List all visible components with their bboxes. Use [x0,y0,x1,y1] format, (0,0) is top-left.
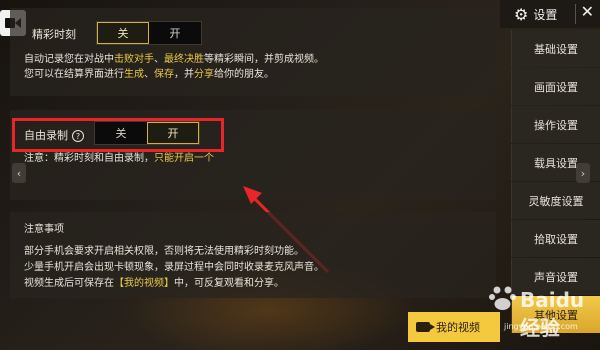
sidebar-item-graphics[interactable]: 画面设置 [511,68,600,105]
watermark-url: jingyan.baidu.com [504,322,578,331]
baidu-watermark: Baidu经验 [488,282,584,342]
sidebar-item-pickup[interactable]: 拾取设置 [511,220,600,257]
watermark-brand: Baidu经验 [520,288,585,340]
chevron-right-icon[interactable]: › [576,163,590,183]
chevron-left-icon[interactable]: ‹ [12,163,26,183]
my-videos-button[interactable]: 我的视频 [408,312,500,342]
sidebar-item-controls[interactable]: 操作设置 [511,106,600,143]
settings-title: 设置 [533,7,558,22]
notes-panel: 注意事项 部分手机会要求开启相关权限，否则将无法使用精彩时刻功能。 少量手机开启… [10,212,496,298]
header-divider [575,4,576,24]
my-videos-label: 我的视频 [436,321,480,334]
notes-line3: 视频生成后可保存在【我的视频】中，可反复观看和分享。 [24,278,284,289]
notes-line1: 部分手机会要求开启相关权限，否则将无法使用精彩时刻功能。 [24,246,304,257]
close-icon[interactable]: ✕ [581,2,594,21]
camera-icon [416,322,435,332]
notes-line2: 少量手机开启会出现卡顿现象，录屏过程中会同时收录麦克风声音。 [24,262,324,273]
sidebar-item-sensitivity[interactable]: 灵敏度设置 [511,182,600,219]
notes-title: 注意事项 [24,224,64,235]
settings-header: ⚙ 设置 ✕ [500,0,600,28]
sidebar-item-basic[interactable]: 基础设置 [511,30,600,67]
gear-icon: ⚙ [514,4,529,24]
